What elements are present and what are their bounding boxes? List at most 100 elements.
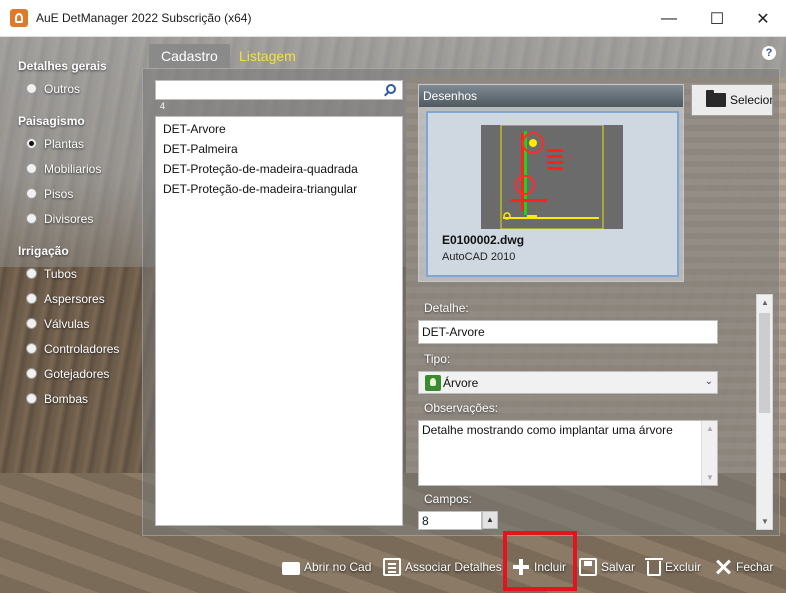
radio-label: Divisores (44, 211, 94, 226)
radio-gotejadores[interactable]: Gotejadores (12, 361, 142, 386)
campos-label: Campos: (424, 492, 473, 506)
radio-button[interactable] (26, 213, 37, 224)
result-count: 4 (160, 101, 166, 111)
radio-tubos[interactable]: Tubos (12, 261, 142, 286)
search-input[interactable] (155, 80, 403, 100)
campos-field[interactable]: 8 (418, 511, 482, 530)
associate-details-button[interactable]: Associar Detalhes (383, 554, 502, 580)
radio-mobiliarios[interactable]: Mobiliarios (12, 156, 142, 181)
radio-label: Tubos (44, 266, 77, 281)
drawings-header: Desenhos (419, 85, 683, 107)
radio-label: Pisos (44, 186, 74, 201)
radio-plantas[interactable]: Plantas (12, 131, 142, 156)
radio-button[interactable] (26, 188, 37, 199)
radio-button[interactable] (26, 163, 37, 174)
select-drawing-button[interactable]: Selecionar (691, 84, 773, 116)
radio-label: Outros (44, 81, 81, 96)
search-icon[interactable] (386, 84, 396, 94)
associate-details-label: Associar Detalhes (405, 560, 502, 574)
radio-button[interactable] (26, 268, 37, 279)
radio-button-selected[interactable] (26, 138, 37, 149)
tipo-label: Tipo: (424, 352, 451, 366)
tree-detail-drawing (500, 124, 604, 230)
form-scrollbar[interactable]: ▲ ▼ (756, 294, 773, 530)
title-bar: AuE DetManager 2022 Subscrição (x64) — ☐… (0, 0, 786, 37)
scrollbar-thumb[interactable] (759, 313, 770, 413)
observacoes-textarea[interactable]: Detalhe mostrando como implantar uma árv… (418, 420, 718, 486)
close-icon (714, 558, 732, 576)
radio-button[interactable] (26, 318, 37, 329)
radio-label: Válvulas (44, 316, 90, 331)
radio-label: Gotejadores (44, 366, 110, 381)
window-title: AuE DetManager 2022 Subscrição (x64) (36, 11, 252, 25)
scroll-up-icon[interactable]: ▲ (706, 424, 714, 433)
list-item[interactable]: DET-Palmeira (156, 139, 402, 159)
drawing-thumbnail-card[interactable]: E0100002.dwg AutoCAD 2010 (426, 111, 679, 277)
tipo-value: Árvore (443, 375, 479, 390)
list-item[interactable]: DET-Proteção-de-madeira-quadrada (156, 159, 402, 179)
open-in-cad-label: Abrir no Cad (304, 560, 372, 574)
radio-outros[interactable]: Outros (12, 76, 142, 101)
drawing-file-type: AutoCAD 2010 (442, 251, 516, 263)
detalhe-field[interactable]: DET-Arvore (418, 320, 718, 344)
tab-cadastro[interactable]: Cadastro (149, 44, 230, 68)
detalhe-label: Detalhe: (424, 301, 469, 315)
save-button[interactable]: Salvar (579, 554, 635, 580)
textarea-scrollbar[interactable]: ▲ ▼ (701, 421, 717, 485)
group-label-irrigacao: Irrigação (18, 244, 69, 258)
tab-listagem[interactable]: Listagem (227, 44, 308, 68)
tree-icon (425, 374, 441, 391)
tipo-select[interactable]: Árvore ⌄ (418, 371, 718, 394)
open-in-cad-button[interactable]: Abrir no Cad (282, 554, 371, 580)
group-label-paisagismo: Paisagismo (18, 114, 85, 128)
scroll-down-icon[interactable]: ▼ (706, 473, 714, 482)
radio-pisos[interactable]: Pisos (12, 181, 142, 206)
radio-label: Plantas (44, 136, 85, 151)
list-item[interactable]: DET-Arvore (156, 119, 402, 139)
maximize-button[interactable]: ☐ (694, 0, 740, 37)
observacoes-label: Observações: (424, 401, 499, 415)
chevron-down-icon: ⌄ (704, 376, 713, 387)
close-dialog-label: Fechar (736, 560, 774, 574)
category-nav: Detalhes gerais Outros Paisagismo Planta… (12, 50, 142, 411)
radio-button[interactable] (26, 83, 37, 94)
help-icon[interactable]: ? (762, 46, 776, 60)
list-icon (383, 558, 401, 576)
folder-open-icon (282, 562, 300, 575)
scroll-up-icon[interactable]: ▲ (761, 298, 769, 307)
detail-list[interactable]: DET-Arvore DET-Palmeira DET-Proteção-de-… (155, 116, 403, 526)
list-item[interactable]: DET-Proteção-de-madeira-triangular (156, 179, 402, 199)
delete-button[interactable]: Excluir (645, 554, 702, 580)
app-icon (10, 9, 28, 27)
radio-button[interactable] (26, 293, 37, 304)
radio-divisores[interactable]: Divisores (12, 206, 142, 231)
minimize-button[interactable]: — (646, 0, 692, 37)
drawing-file-name: E0100002.dwg (442, 233, 525, 247)
folder-open-icon (706, 90, 726, 107)
highlight-box (503, 531, 577, 591)
radio-label: Bombas (44, 391, 89, 406)
radio-bombas[interactable]: Bombas (12, 386, 142, 411)
close-button[interactable]: ✕ (740, 0, 786, 37)
detail-list-column: 4 DET-Arvore DET-Palmeira DET-Proteção-d… (155, 78, 403, 526)
radio-controladores[interactable]: Controladores (12, 336, 142, 361)
select-drawing-label: Selecionar (730, 93, 772, 107)
scroll-down-icon[interactable]: ▼ (761, 517, 769, 526)
radio-button[interactable] (26, 393, 37, 404)
radio-label: Mobiliarios (44, 161, 102, 176)
drawings-panel: Desenhos E0100002.dwg AutoCAD 2010 (418, 84, 684, 282)
save-icon (579, 558, 597, 576)
trash-icon (645, 558, 663, 576)
close-dialog-button[interactable]: Fechar (714, 554, 773, 580)
group-label-detalhes-gerais: Detalhes gerais (18, 59, 107, 73)
observacoes-value: Detalhe mostrando como implantar uma árv… (422, 423, 673, 437)
dwg-preview-image (481, 124, 623, 230)
radio-button[interactable] (26, 368, 37, 379)
radio-button[interactable] (26, 343, 37, 354)
campos-spin-up-button[interactable]: ▲ (482, 511, 498, 529)
radio-label: Controladores (44, 341, 120, 356)
delete-label: Excluir (665, 560, 702, 574)
radio-valvulas[interactable]: Válvulas (12, 311, 142, 336)
radio-aspersores[interactable]: Aspersores (12, 286, 142, 311)
radio-label: Aspersores (44, 291, 105, 306)
